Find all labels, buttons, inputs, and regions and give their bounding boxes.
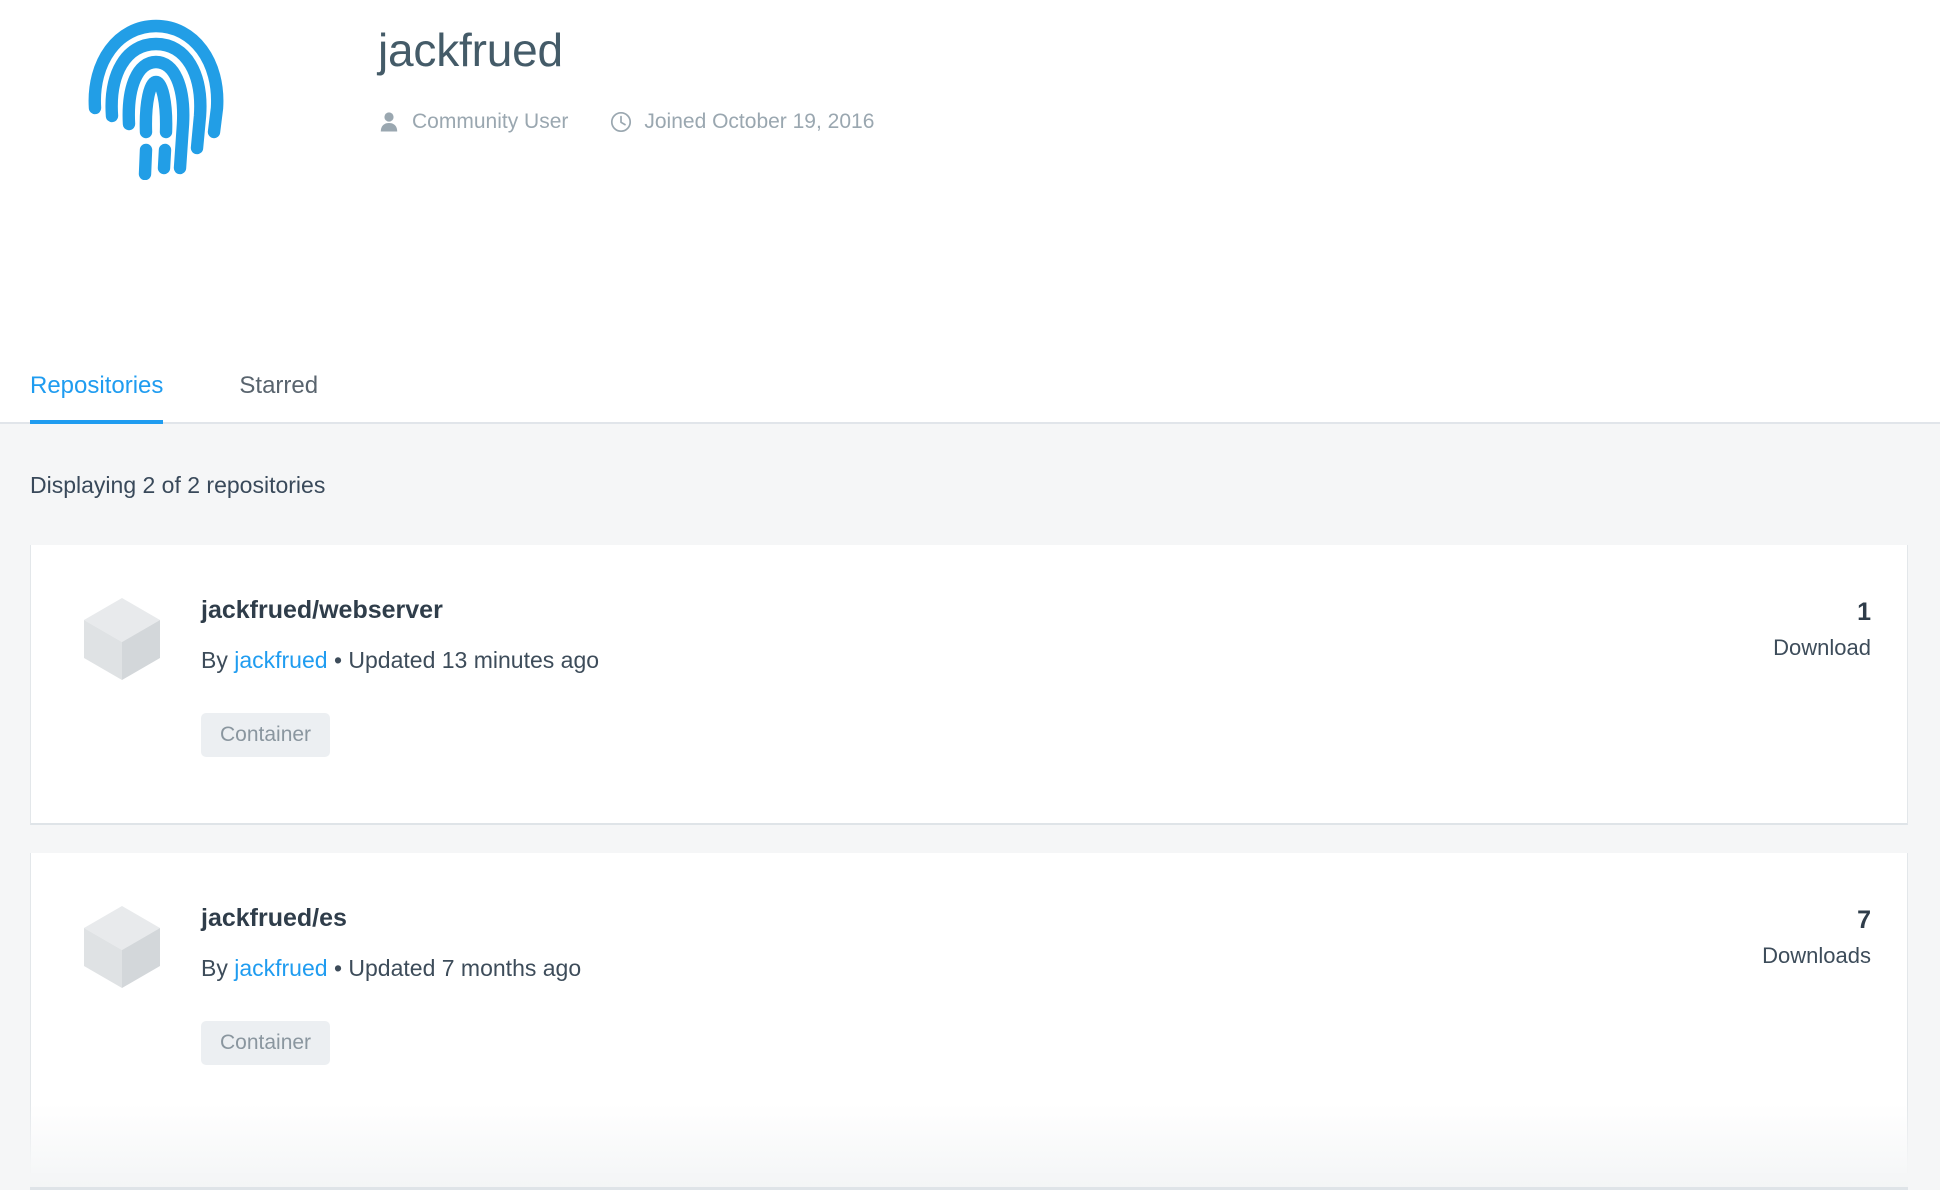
repository-details: jackfrued/webserver By jackfrued • Updat… (201, 593, 1721, 757)
profile-header: jackfrued Community User Joined October … (0, 0, 1940, 424)
repository-name[interactable]: jackfrued/webserver (201, 595, 1721, 625)
profile-meta: Community User Joined October 19, 2016 (378, 110, 874, 134)
cube-icon (81, 903, 163, 991)
page-title: jackfrued (378, 24, 563, 76)
repository-subtitle: By jackfrued • Updated 7 months ago (201, 955, 1721, 983)
repository-updated: Updated 13 minutes ago (348, 647, 600, 673)
repository-name[interactable]: jackfrued/es (201, 903, 1721, 933)
cube-icon (81, 595, 163, 683)
repository-subtitle: By jackfrued • Updated 13 minutes ago (201, 647, 1721, 675)
tab-starred[interactable]: Starred (201, 374, 356, 422)
repository-stats: 7 Downloads (1721, 901, 1871, 969)
repository-card[interactable]: jackfrued/es By jackfrued • Updated 7 mo… (30, 853, 1908, 1173)
download-count: 1 (1857, 598, 1871, 626)
download-label: Downloads (1762, 943, 1871, 968)
profile-meta-user-type: Community User (378, 110, 568, 134)
tab-repositories[interactable]: Repositories (30, 374, 201, 424)
repository-author-link[interactable]: jackfrued (234, 647, 327, 673)
profile-meta-joined: Joined October 19, 2016 (610, 110, 874, 134)
results-count: Displaying 2 of 2 repositories (30, 472, 326, 498)
repository-list: jackfrued/webserver By jackfrued • Updat… (0, 545, 1940, 1173)
download-count: 7 (1857, 906, 1871, 934)
repository-details: jackfrued/es By jackfrued • Updated 7 mo… (201, 901, 1721, 1065)
clock-icon (610, 111, 632, 133)
profile-meta-joined-label: Joined October 19, 2016 (644, 109, 875, 133)
repository-badges: Container (201, 712, 1721, 757)
repositories-panel: Displaying 2 of 2 repositories jackfrued… (0, 424, 1940, 1190)
avatar (88, 8, 224, 180)
repository-stats: 1 Download (1721, 593, 1871, 661)
person-icon (378, 111, 400, 133)
download-label: Download (1773, 635, 1871, 660)
fingerprint-icon (88, 8, 224, 180)
repository-author-link[interactable]: jackfrued (234, 955, 327, 981)
profile-meta-user-type-label: Community User (412, 109, 569, 133)
repository-card[interactable]: jackfrued/webserver By jackfrued • Updat… (30, 545, 1908, 825)
separator-dot: • (333, 647, 343, 673)
by-label: By (201, 647, 228, 673)
by-label: By (201, 955, 228, 981)
repository-updated: Updated 7 months ago (348, 955, 582, 981)
profile-tabs: Repositories Starred (30, 374, 356, 424)
identity-block: jackfrued Community User Joined October … (378, 22, 874, 134)
separator-dot: • (333, 955, 343, 981)
status-badge: Container (201, 712, 331, 757)
repository-badges: Container (201, 1020, 1721, 1065)
status-badge: Container (201, 1020, 331, 1065)
